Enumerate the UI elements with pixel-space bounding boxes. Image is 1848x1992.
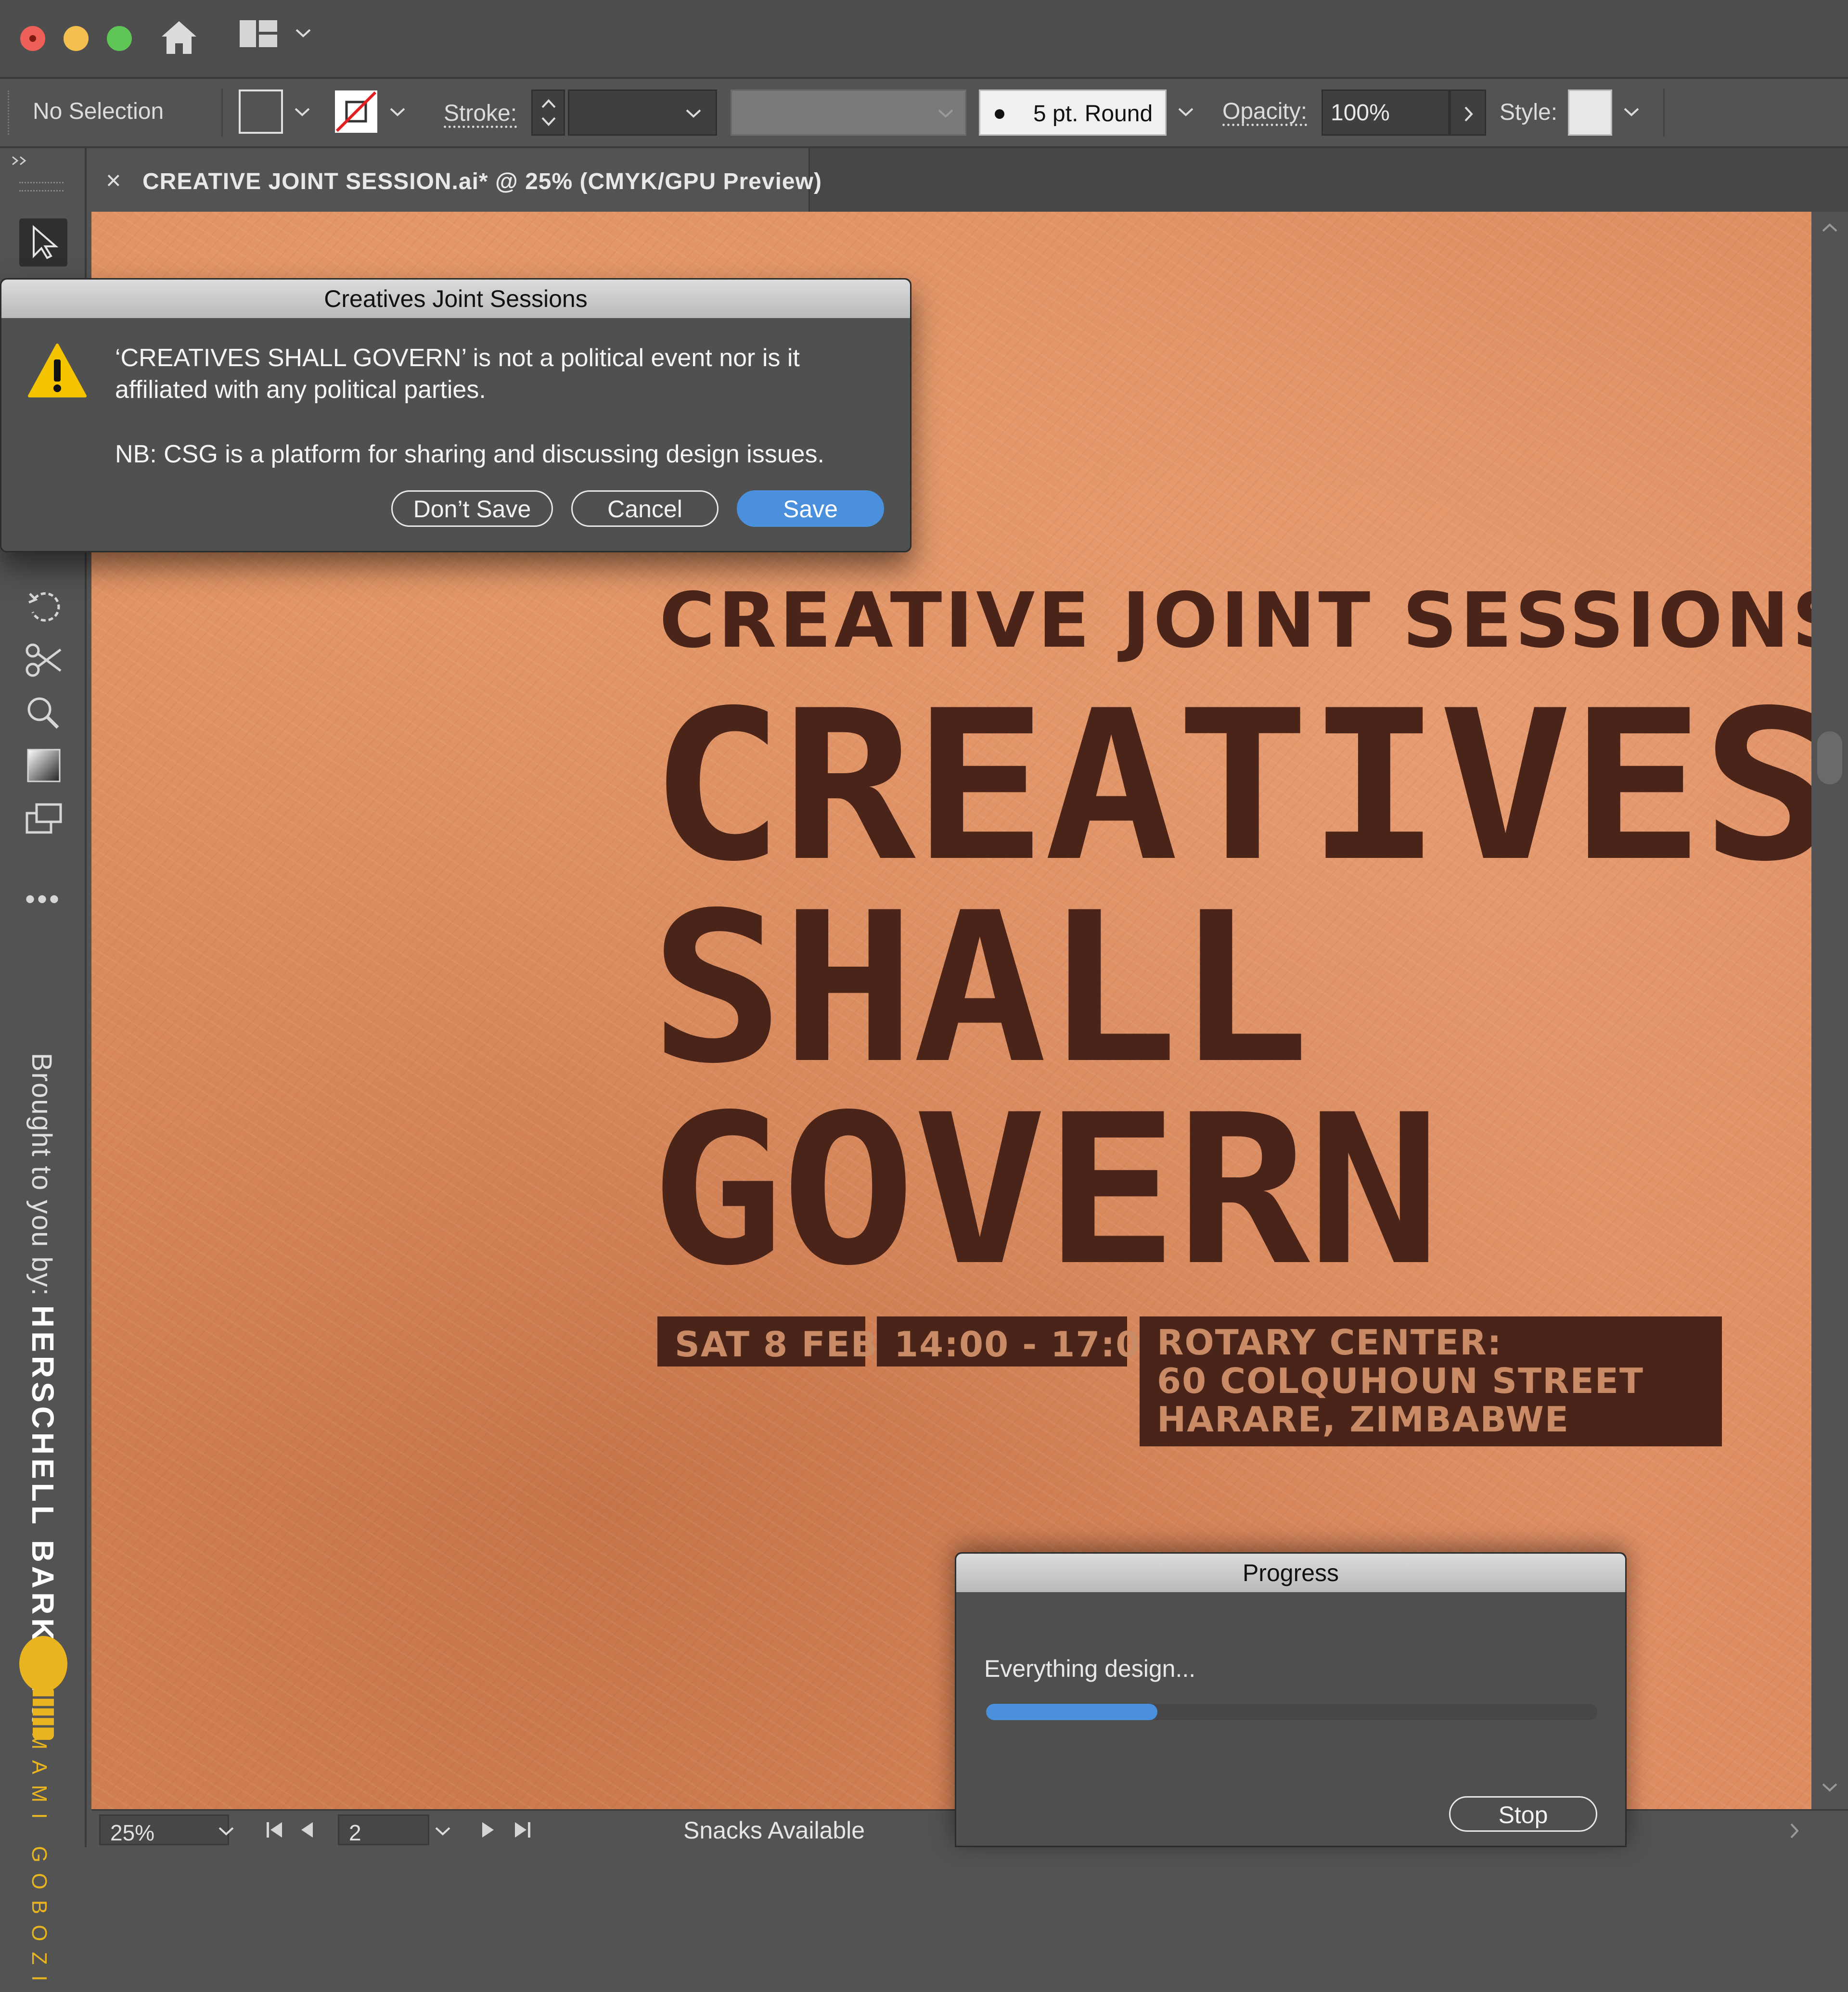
stroke-weight-stepper[interactable] (531, 89, 565, 136)
next-artboard-icon[interactable] (479, 1820, 497, 1839)
gradient-tool-icon (27, 749, 61, 782)
selection-tool-icon (33, 225, 59, 259)
chevron-down-icon[interactable] (1177, 106, 1194, 117)
progress-dialog: Progress Everything design... Stop (955, 1552, 1627, 1847)
poster-date: SAT 8 FEB (657, 1316, 877, 1366)
window-minimize-button[interactable] (64, 26, 89, 51)
chevron-right-icon (1464, 106, 1473, 122)
poster-headline-line: GOVERN (650, 1071, 1441, 1311)
poster-headline-line: SHALL (650, 868, 1310, 1109)
panel-grip[interactable] (19, 182, 64, 192)
save-alert-dialog: Creatives Joint Sessions ‘CREATIVES SHAL… (0, 278, 911, 552)
progress-bar-fill (986, 1704, 1157, 1720)
chevron-down-icon[interactable] (294, 106, 311, 117)
dont-save-button[interactable]: Don’t Save (391, 490, 553, 527)
selection-tool-button[interactable] (19, 218, 67, 267)
chevron-down-icon[interactable] (218, 1825, 235, 1837)
status-text: Snacks Available (683, 1817, 865, 1844)
document-tab-bar: × CREATIVE JOINT SESSION.ai* @ 25% (CMYK… (87, 148, 1848, 212)
artboard-tool-icon (26, 803, 62, 834)
first-artboard-icon[interactable] (265, 1820, 284, 1839)
scroll-up-icon[interactable] (1821, 222, 1838, 234)
dialog-title: Creatives Joint Sessions (1, 280, 910, 318)
venue-line: HARARE, ZIMBABWE (1157, 1399, 1569, 1440)
rotate-tool-icon (28, 592, 60, 622)
chevron-down-icon[interactable] (434, 1825, 451, 1837)
stroke-swatch[interactable] (334, 89, 378, 134)
zoom-tool-button[interactable] (19, 689, 67, 737)
document-tab[interactable]: × CREATIVE JOINT SESSION.ai* @ 25% (CMYK… (87, 148, 821, 212)
save-button[interactable]: Save (737, 490, 884, 527)
stop-button[interactable]: Stop (1449, 1796, 1597, 1832)
poster-subtitle: CREATIVE JOINT SESSIONS (659, 576, 1811, 665)
dialog-note: NB: CSG is a platform for sharing and di… (115, 440, 825, 468)
chevron-right-icon[interactable] (1788, 1822, 1800, 1839)
cancel-button[interactable]: Cancel (571, 490, 719, 527)
control-bar: No Selection Stroke: 5 pt. Round Opacity… (0, 79, 1848, 148)
chevron-down-icon[interactable] (685, 107, 702, 119)
app-title-bar (0, 0, 1848, 79)
poster-time: 14:00 - 17:00 (877, 1316, 1165, 1366)
poster-headline-line: CREATIVES (650, 666, 1811, 907)
brush-definition-field[interactable]: 5 pt. Round (979, 89, 1167, 136)
zoom-level-field[interactable]: 25% (99, 1814, 229, 1845)
variable-width-profile[interactable] (731, 89, 966, 136)
workspace-switcher-icon[interactable] (240, 20, 277, 47)
brand-logo-icon (19, 1636, 67, 1740)
scroll-down-icon[interactable] (1821, 1781, 1838, 1793)
credit-prefix: Brought to you by: (26, 1053, 57, 1297)
brush-dot-icon (995, 109, 1004, 119)
control-bar-grip[interactable] (8, 90, 15, 135)
stroke-weight-field[interactable] (568, 89, 717, 136)
opacity-expand-button[interactable] (1450, 89, 1486, 136)
previous-artboard-icon[interactable] (298, 1820, 316, 1839)
progress-bar (986, 1704, 1597, 1720)
fill-swatch[interactable] (239, 89, 283, 134)
venue-line: 60 COLQUHOUN STREET (1157, 1361, 1644, 1401)
divider (221, 89, 223, 137)
credit-brand: MAMI GOBOZI (27, 1732, 51, 1992)
expand-panel-icon[interactable] (11, 155, 30, 166)
artboard-tool-button[interactable] (19, 795, 67, 843)
warning-icon (28, 344, 87, 397)
vertical-scrollbar[interactable] (1811, 212, 1848, 1809)
scissors-tool-button[interactable] (19, 636, 67, 684)
progress-label: Everything design... (984, 1655, 1196, 1682)
venue-line: ROTARY CENTER: (1157, 1322, 1502, 1363)
chevron-down-icon[interactable] (295, 27, 312, 38)
zoom-tool-icon (27, 697, 59, 729)
stepper-arrows-icon (541, 99, 556, 126)
last-artboard-icon[interactable] (513, 1820, 532, 1839)
style-label: Style: (1500, 100, 1558, 125)
window-close-button[interactable] (20, 26, 45, 51)
poster-venue: ROTARY CENTER: 60 COLQUHOUN STREET HARAR… (1140, 1316, 1722, 1446)
side-credit: Brought to you by: HERSCHELL BARKER & MA… (25, 1053, 61, 1992)
dialog-message: ‘CREATIVES SHALL GOVERN’ is not a politi… (115, 344, 800, 404)
gradient-tool-button[interactable] (19, 742, 67, 790)
graphic-style-swatch[interactable] (1568, 89, 1612, 136)
scissors-tool-icon (26, 643, 62, 677)
more-tools-icon[interactable]: ••• (25, 882, 61, 916)
home-icon[interactable] (159, 17, 199, 58)
opacity-field[interactable]: 100% (1322, 89, 1450, 136)
close-tab-icon[interactable]: × (106, 166, 121, 195)
chevron-down-icon[interactable] (389, 106, 406, 117)
document-title: CREATIVE JOINT SESSION.ai* @ 25% (CMYK/G… (142, 169, 822, 194)
chevron-down-icon[interactable] (937, 107, 954, 119)
chevron-down-icon[interactable] (1623, 106, 1640, 117)
dialog-title: Progress (956, 1554, 1625, 1592)
scrollbar-thumb[interactable] (1817, 731, 1842, 784)
rotate-tool-button[interactable] (19, 583, 67, 631)
opacity-label[interactable]: Opacity: (1222, 98, 1307, 125)
divider (1663, 89, 1665, 137)
artboard-number-field[interactable]: 2 (338, 1814, 429, 1845)
selection-status: No Selection (33, 99, 164, 124)
stroke-label[interactable]: Stroke: (444, 100, 517, 127)
window-zoom-button[interactable] (107, 26, 132, 51)
